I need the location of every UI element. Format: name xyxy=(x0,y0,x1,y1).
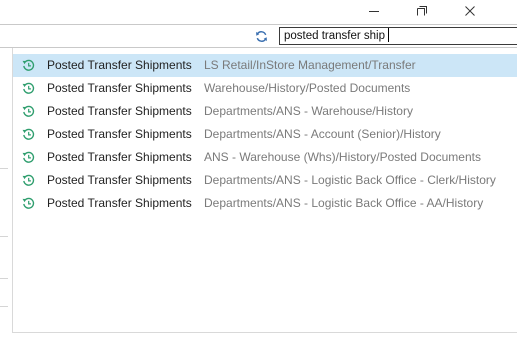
result-name: Posted Transfer Shipments xyxy=(47,150,192,164)
refresh-icon xyxy=(255,30,267,42)
search-input[interactable] xyxy=(279,27,517,45)
result-name: Posted Transfer Shipments xyxy=(47,196,192,210)
close-icon xyxy=(465,6,475,16)
result-row[interactable]: Posted Transfer Shipments Departments/ANS… xyxy=(13,192,517,215)
search-bar xyxy=(0,24,517,48)
result-name: Posted Transfer Shipments xyxy=(47,81,192,95)
result-row[interactable]: Posted Transfer Shipments Departments/ANS… xyxy=(13,123,517,146)
restore-button[interactable] xyxy=(404,0,440,22)
result-name: Posted Transfer Shipments xyxy=(47,104,192,118)
result-path: Departments/ANS - Logistic Back Office -… xyxy=(204,196,484,210)
minimize-icon xyxy=(369,11,379,12)
background-divider xyxy=(0,278,8,279)
result-row[interactable]: Posted Transfer Shipments Departments/ANS… xyxy=(13,169,517,192)
result-path: LS Retail/InStore Management/Transfer xyxy=(204,58,416,72)
background-divider xyxy=(0,236,8,237)
result-path: Warehouse/History/Posted Documents xyxy=(204,81,411,95)
close-button[interactable] xyxy=(452,0,488,22)
history-icon xyxy=(22,59,35,71)
result-path: Departments/ANS - Logistic Back Office -… xyxy=(204,173,496,187)
result-path: ANS - Warehouse (Whs)/History/Posted Doc… xyxy=(204,150,481,164)
history-icon xyxy=(22,174,35,186)
history-icon xyxy=(22,82,35,94)
result-row[interactable]: Posted Transfer Shipments ANS - Warehouse… xyxy=(13,146,517,169)
result-path: Departments/ANS - Warehouse/History xyxy=(204,104,413,118)
result-name: Posted Transfer Shipments xyxy=(47,173,192,187)
background-divider xyxy=(0,306,8,307)
result-row[interactable]: Posted Transfer Shipments Departments/ANS… xyxy=(13,100,517,123)
result-row[interactable]: Posted Transfer Shipments LS Retail/InSto… xyxy=(13,54,517,77)
search-results-list: Posted Transfer Shipments LS Retail/InSto… xyxy=(12,48,517,333)
history-icon xyxy=(22,105,35,117)
result-path: Departments/ANS - Account (Senior)/Histo… xyxy=(204,127,441,141)
restore-icon xyxy=(417,6,427,16)
refresh-button[interactable] xyxy=(253,28,269,44)
result-name: Posted Transfer Shipments xyxy=(47,127,192,141)
text-caret xyxy=(388,28,389,42)
background-divider xyxy=(0,168,8,169)
history-icon xyxy=(22,128,35,140)
minimize-button[interactable] xyxy=(356,0,392,22)
history-icon xyxy=(22,197,35,209)
title-bar xyxy=(0,0,517,22)
result-name: Posted Transfer Shipments xyxy=(47,58,192,72)
result-row[interactable]: Posted Transfer Shipments Warehouse/Histo… xyxy=(13,77,517,100)
history-icon xyxy=(22,151,35,163)
